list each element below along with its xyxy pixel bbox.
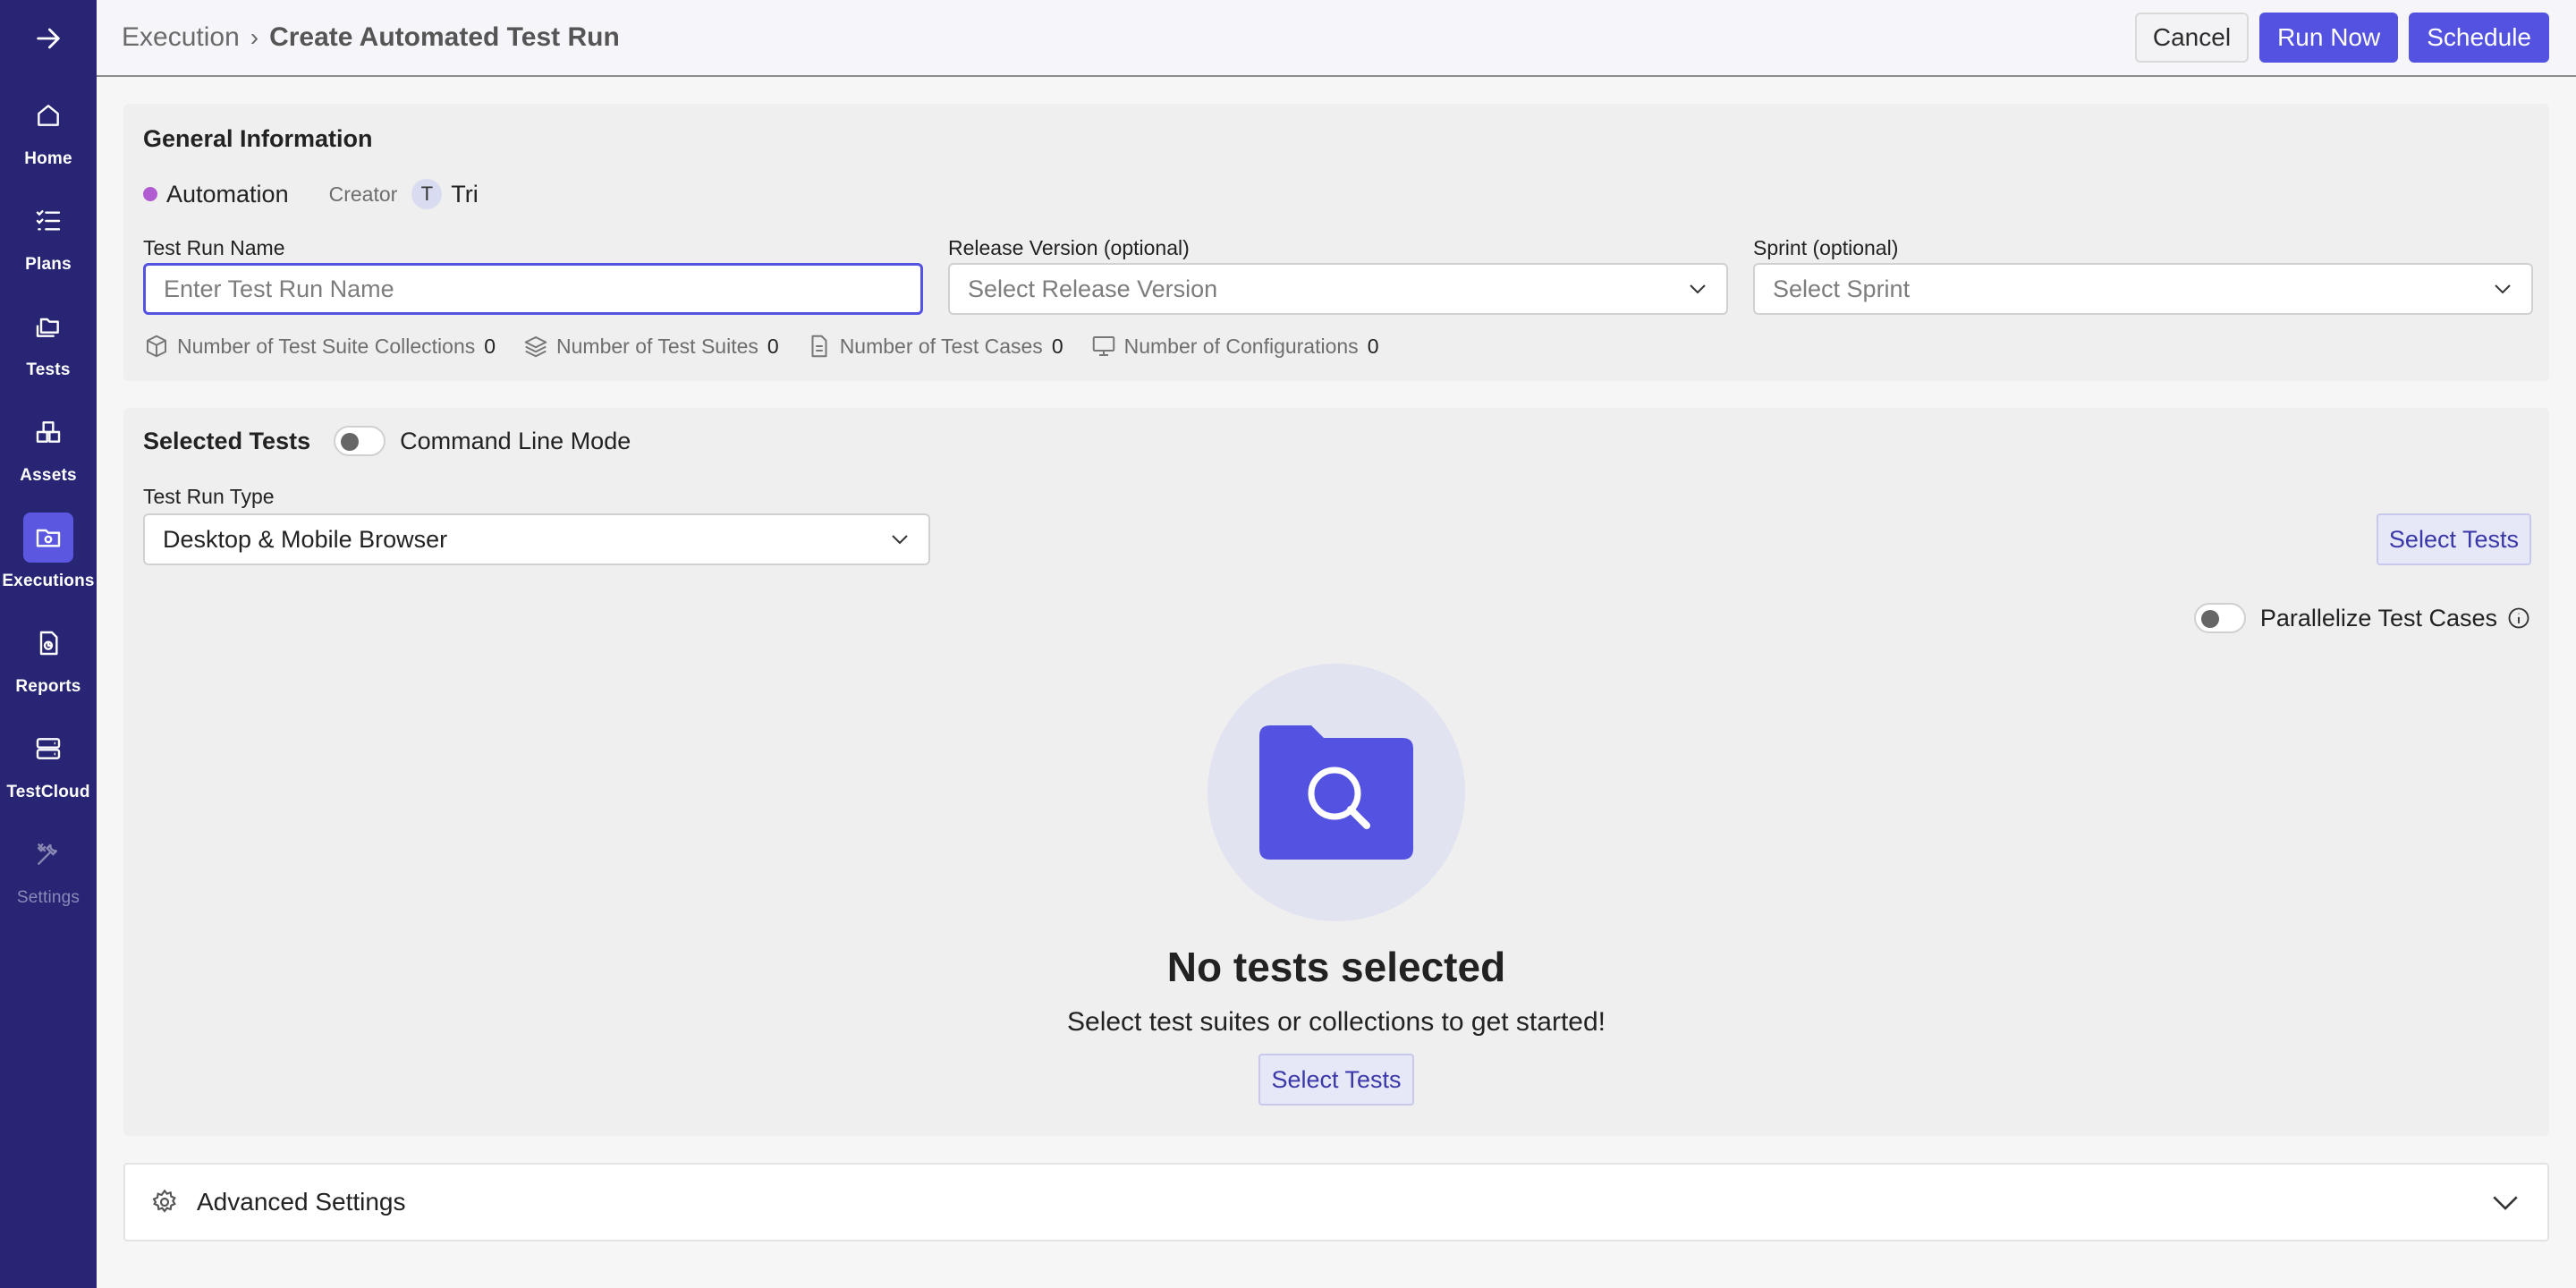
count-value: 0 — [767, 334, 779, 358]
general-information-panel: General Information Automation Creator T… — [123, 104, 2549, 381]
breadcrumb-parent[interactable]: Execution — [122, 22, 240, 53]
advanced-settings-panel[interactable]: Advanced Settings — [123, 1163, 2549, 1241]
info-icon[interactable] — [2506, 606, 2531, 631]
chevron-down-icon — [1690, 284, 1706, 294]
page-header: Execution › Create Automated Test Run Ca… — [97, 0, 2576, 77]
sidebar-item-plans[interactable]: Plans — [0, 182, 97, 288]
count-value: 0 — [1367, 334, 1379, 358]
parallelize-toggle[interactable] — [2193, 603, 2246, 633]
count-suites: Number of Test Suites 0 — [522, 333, 779, 360]
parallelize-label: Parallelize Test Cases — [2259, 604, 2497, 631]
folders-icon — [36, 318, 59, 337]
home-icon — [38, 105, 59, 126]
boxes-icon — [36, 421, 61, 443]
empty-state: No tests selected Select test suites or … — [123, 664, 2549, 1106]
cube-icon — [147, 335, 166, 358]
run-meta: Automation Creator T Tri — [143, 179, 479, 209]
test-run-type-select[interactable]: Desktop & Mobile Browser — [143, 513, 930, 565]
report-icon — [39, 631, 58, 656]
sidebar-item-label: Home — [24, 149, 72, 168]
count-label: Number of Test Suite Collections — [177, 334, 476, 358]
chevron-down-icon[interactable] — [2490, 1187, 2521, 1217]
sidebar-item-home[interactable]: Home — [0, 77, 97, 182]
run-now-button[interactable]: Run Now — [2259, 13, 2399, 63]
sidebar-item-executions[interactable]: Executions — [0, 499, 97, 605]
count-cases: Number of Test Cases 0 — [806, 333, 1063, 360]
gear-icon — [152, 1189, 176, 1213]
count-value: 0 — [484, 334, 496, 358]
count-label: Number of Test Cases — [839, 334, 1043, 358]
select-value: Desktop & Mobile Browser — [163, 525, 448, 553]
folder-gear-icon — [36, 529, 61, 547]
list-checks-icon — [36, 210, 61, 231]
sprint-select[interactable]: Select Sprint — [1753, 263, 2533, 315]
sidebar-item-assets[interactable]: Assets — [0, 394, 97, 499]
sidebar-item-settings[interactable]: Settings — [0, 816, 97, 921]
test-run-name-input[interactable]: Enter Test Run Name — [143, 263, 923, 315]
arrow-right-icon — [37, 28, 60, 49]
empty-illustration — [1208, 664, 1465, 921]
test-run-type-label: Test Run Type — [143, 485, 275, 508]
monitor-icon — [1092, 336, 1114, 356]
command-line-mode-toggle[interactable] — [334, 426, 386, 456]
section-title: General Information — [143, 125, 373, 152]
toggle-knob — [2200, 610, 2219, 628]
empty-state-subtitle: Select test suites or collections to get… — [1067, 1007, 1606, 1037]
release-version-select[interactable]: Select Release Version — [948, 263, 1728, 315]
sidebar-item-reports[interactable]: Reports — [0, 605, 97, 710]
count-label: Number of Configurations — [1123, 334, 1359, 358]
sidebar-item-label: Reports — [15, 677, 81, 696]
section-title: Selected Tests — [143, 427, 311, 454]
toggle-knob — [341, 433, 360, 451]
sprint-label: Sprint (optional) — [1753, 236, 1899, 259]
sidebar-item-tests[interactable]: Tests — [0, 288, 97, 394]
empty-state-title: No tests selected — [1166, 944, 1506, 990]
page-title: Create Automated Test Run — [269, 22, 620, 52]
sidebar: Home Plans Tests Assets Executions Repor… — [0, 0, 97, 1288]
sidebar-item-label: Executions — [2, 572, 95, 590]
release-version-label: Release Version (optional) — [948, 236, 1190, 259]
layers-icon — [524, 336, 547, 358]
run-type-badge: Automation — [166, 180, 289, 208]
sidebar-item-label: Plans — [25, 255, 72, 274]
document-icon — [811, 335, 827, 358]
avatar: T — [411, 179, 443, 209]
type-dot — [143, 187, 157, 201]
creator-name: Tri — [451, 180, 479, 208]
count-collections: Number of Test Suite Collections 0 — [143, 333, 496, 360]
folder-search-icon — [1259, 725, 1413, 860]
select-tests-button[interactable]: Select Tests — [2376, 513, 2531, 565]
sidebar-item-label: Tests — [26, 360, 71, 379]
command-line-mode-label: Command Line Mode — [400, 427, 631, 454]
test-counts: Number of Test Suite Collections 0 Numbe… — [143, 333, 1405, 360]
input-placeholder: Enter Test Run Name — [164, 275, 394, 302]
parallelize-control: Parallelize Test Cases — [2193, 603, 2531, 633]
select-placeholder: Select Sprint — [1773, 275, 1911, 302]
sidebar-expand-button[interactable] — [0, 0, 97, 77]
sidebar-item-label: Settings — [16, 888, 80, 907]
select-placeholder: Select Release Version — [968, 275, 1218, 302]
cancel-button[interactable]: Cancel — [2134, 13, 2250, 63]
sidebar-item-label: Assets — [20, 466, 77, 485]
empty-select-tests-button[interactable]: Select Tests — [1258, 1054, 1414, 1106]
count-value: 0 — [1051, 334, 1063, 358]
server-icon — [36, 738, 61, 759]
creator-label: Creator — [328, 182, 398, 206]
chevron-down-icon — [2495, 284, 2511, 294]
test-run-name-label: Test Run Name — [143, 236, 285, 259]
chevron-down-icon — [892, 535, 908, 545]
sidebar-item-label: TestCloud — [6, 783, 90, 801]
selected-tests-panel: Selected Tests Command Line Mode Test Ru… — [123, 408, 2549, 1136]
schedule-button[interactable]: Schedule — [2409, 13, 2549, 63]
count-configurations: Number of Configurations 0 — [1090, 333, 1379, 360]
selected-tests-header: Selected Tests Command Line Mode — [143, 426, 631, 456]
count-label: Number of Test Suites — [556, 334, 758, 358]
advanced-settings-title: Advanced Settings — [197, 1188, 406, 1216]
tools-icon — [37, 843, 58, 865]
sidebar-item-testcloud[interactable]: TestCloud — [0, 710, 97, 816]
breadcrumb-separator: › — [250, 23, 259, 51]
